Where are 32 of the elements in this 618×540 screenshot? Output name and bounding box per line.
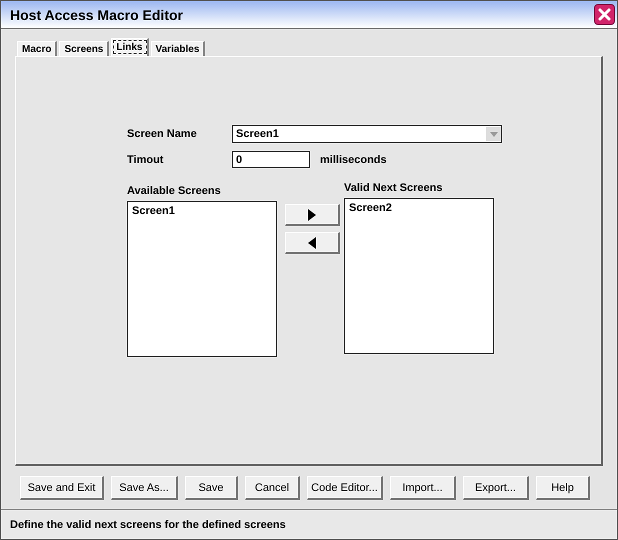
remove-button[interactable] (285, 232, 340, 254)
tab[interactable]: Links (111, 38, 148, 56)
right-arrow-icon (308, 208, 316, 220)
tab[interactable]: Macro (17, 41, 58, 57)
list-item[interactable]: Screen2 (349, 202, 489, 214)
left-arrow-icon (308, 236, 316, 248)
action-button[interactable]: Save (185, 476, 238, 500)
screen-name-dropdown[interactable]: Screen1 (232, 125, 502, 143)
tab[interactable]: Screens (59, 41, 110, 57)
timeout-field[interactable]: 0 (232, 151, 310, 168)
status-text: Define the valid next screens for the defined screens (10, 518, 286, 530)
list-label: Valid Next Screens (344, 182, 444, 194)
tab[interactable]: Variables (150, 41, 206, 57)
caret-icon (490, 132, 498, 136)
action-button[interactable]: Save As... (111, 476, 178, 500)
action-button[interactable]: Import... (390, 476, 456, 500)
available-screens-list[interactable]: Screen1 (127, 201, 277, 357)
action-button[interactable]: Code Editor... (307, 476, 383, 500)
valid-next-screens-list[interactable]: Screen2 (344, 198, 494, 354)
list-label: Available Screens (127, 185, 222, 197)
action-button[interactable]: Cancel (245, 476, 300, 500)
add-button[interactable] (285, 204, 340, 226)
action-button[interactable]: Export... (463, 476, 529, 500)
close-button[interactable] (594, 4, 615, 25)
action-button[interactable]: Help (536, 476, 590, 500)
field-label: Screen Name (127, 128, 198, 140)
field-label: Timout (127, 154, 164, 166)
window-title: Host Access Macro Editor (10, 6, 183, 22)
unit-label: milliseconds (320, 154, 387, 166)
action-button[interactable]: Save and Exit (20, 476, 104, 500)
list-item[interactable]: Screen1 (132, 205, 272, 217)
close-icon (598, 8, 611, 21)
